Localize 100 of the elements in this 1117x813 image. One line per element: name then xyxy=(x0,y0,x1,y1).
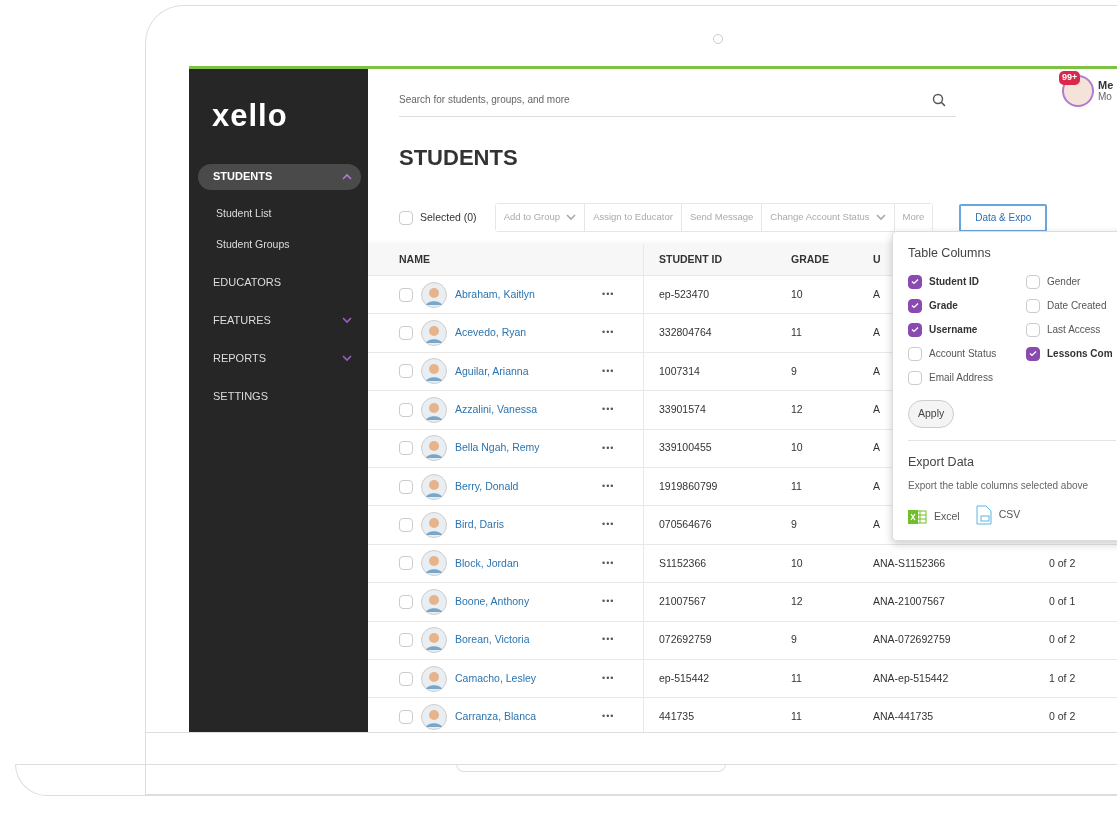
chevron-icon xyxy=(342,316,352,324)
row-checkbox[interactable] xyxy=(399,633,413,648)
notification-badge: 99+ xyxy=(1059,71,1081,85)
row-checkbox[interactable] xyxy=(399,556,413,571)
sidebar-item[interactable]: STUDENTS xyxy=(198,163,361,190)
table-cell-text: 339100455 xyxy=(658,440,713,456)
more-menu[interactable]: ••• xyxy=(602,441,615,455)
sidebar-item[interactable]: SETTINGS xyxy=(198,383,361,409)
check-icon xyxy=(911,326,919,334)
student-name-link[interactable]: Bella Ngah, Remy xyxy=(455,440,602,457)
table-cell-text: A xyxy=(873,440,880,456)
more-menu[interactable]: ••• xyxy=(602,671,615,686)
export-link[interactable]: CSV xyxy=(975,505,1021,526)
check-icon xyxy=(911,278,919,286)
more-menu[interactable]: ••• xyxy=(602,403,615,417)
student-name-link[interactable]: Berry, Donald xyxy=(455,478,602,495)
column-option[interactable]: Student ID xyxy=(908,269,1026,294)
more-menu[interactable]: ••• xyxy=(602,633,615,647)
more-menu[interactable]: ••• xyxy=(602,479,615,494)
avatar xyxy=(421,665,447,692)
table-cell-text: A xyxy=(873,286,880,302)
table-cell-text: 12 xyxy=(791,402,804,417)
file-icon xyxy=(975,505,992,526)
sidebar-subitem[interactable]: Student List xyxy=(216,205,272,222)
student-name-link[interactable]: Carranza, Blanca xyxy=(455,709,602,725)
avatar xyxy=(421,320,447,347)
column-option[interactable]: Username xyxy=(908,317,1026,342)
apply-button[interactable]: Apply xyxy=(908,399,955,428)
column-option[interactable]: Gender xyxy=(1026,269,1116,294)
table-cell: A xyxy=(873,325,880,341)
avatar xyxy=(421,588,447,615)
row-checkbox[interactable] xyxy=(399,364,413,379)
check-icon xyxy=(1029,350,1037,358)
student-name-link[interactable]: Boone, Anthony xyxy=(455,593,602,610)
table-cell-text: ANA-S1152366 xyxy=(873,555,946,571)
row-checkbox[interactable] xyxy=(399,710,413,724)
student-name-link[interactable]: Abraham, Kaitlyn xyxy=(455,286,602,303)
row-checkbox[interactable] xyxy=(399,594,413,609)
row-checkbox[interactable] xyxy=(399,671,413,686)
student-name-link[interactable]: Block, Jordan xyxy=(455,555,602,572)
column-option[interactable]: Date Created xyxy=(1026,293,1116,318)
student-name-link[interactable]: Camacho, Lesley xyxy=(455,670,602,687)
more-menu[interactable]: ••• xyxy=(602,595,615,609)
row-checkbox[interactable] xyxy=(399,287,413,302)
popover-title: Table Columns xyxy=(908,245,992,262)
table-cell-text: ANA-ep-515442 xyxy=(873,670,949,686)
selected-count: Selected (0) xyxy=(420,209,477,225)
table-cell-text: 1007314 xyxy=(658,363,701,379)
student-name-link[interactable]: Azzalini, Vanessa xyxy=(455,402,602,418)
student-name-link[interactable]: Borean, Victoria xyxy=(455,632,602,649)
table-cell-text: 21007567 xyxy=(658,593,707,609)
column-header: STUDENT ID xyxy=(659,252,722,265)
more-menu[interactable]: ••• xyxy=(602,364,615,379)
table-cell-text: S1152366 xyxy=(658,555,708,571)
column-option[interactable]: Lessons Com xyxy=(1026,341,1116,366)
column-option[interactable]: Account Status xyxy=(908,341,1026,366)
table-cell: A xyxy=(873,517,880,533)
more-menu[interactable]: ••• xyxy=(602,710,615,724)
search-icon xyxy=(932,93,946,107)
sidebar-item[interactable]: EDUCATORS xyxy=(198,269,361,295)
user-subtitle: Mo xyxy=(1098,91,1113,102)
table-cell-text: 9 xyxy=(791,632,798,648)
column-header: NAME xyxy=(399,251,430,267)
sidebar-item[interactable]: FEATURES xyxy=(198,307,361,333)
table-cell-text: 11 xyxy=(791,325,803,341)
table-cell-text: ep-523470 xyxy=(658,286,711,302)
table-cell: 0 of 2 xyxy=(1049,556,1076,569)
student-name-link[interactable]: Bird, Daris xyxy=(455,517,602,533)
checkbox[interactable] xyxy=(399,210,413,225)
row-checkbox[interactable] xyxy=(399,326,413,341)
more-menu[interactable]: ••• xyxy=(602,287,615,302)
table-cell-text: A xyxy=(873,402,880,417)
table-cell-text: 12 xyxy=(791,593,804,609)
table-cell: 0 of 1 xyxy=(1049,594,1076,607)
table-cell: ANA-441735 xyxy=(873,709,934,725)
row-checkbox[interactable] xyxy=(399,479,413,494)
avatar xyxy=(421,473,447,500)
chevron-icon xyxy=(566,214,577,221)
table-cell-text: 072692759 xyxy=(658,632,713,648)
export-link[interactable]: Excel xyxy=(908,509,960,526)
sidebar-subitem[interactable]: Student Groups xyxy=(216,237,290,253)
table-cell-text: 33901574 xyxy=(658,402,707,417)
table-cell-text: 11 xyxy=(791,709,803,725)
table-cell-text: 10 xyxy=(791,286,804,302)
column-option[interactable]: Grade xyxy=(908,293,1026,318)
student-name-link[interactable]: Acevedo, Ryan xyxy=(455,325,602,341)
spreadsheet-icon xyxy=(908,509,927,526)
column-option[interactable]: Email Address xyxy=(908,365,1026,390)
column-option[interactable]: Last Access xyxy=(1026,317,1116,342)
sidebar-item[interactable]: REPORTS xyxy=(198,345,361,371)
more-menu[interactable]: ••• xyxy=(602,326,615,340)
more-menu[interactable]: ••• xyxy=(602,556,615,571)
row-checkbox[interactable] xyxy=(399,518,413,533)
table-cell-text: A xyxy=(873,478,880,494)
row-checkbox[interactable] xyxy=(399,441,413,456)
data-export-button[interactable]: Data & Expo xyxy=(959,203,1048,232)
more-menu[interactable]: ••• xyxy=(602,518,615,532)
student-name-link[interactable]: Aguilar, Arianna xyxy=(455,363,602,380)
page-title: STUDENTS xyxy=(399,144,519,172)
row-checkbox[interactable] xyxy=(399,402,413,417)
